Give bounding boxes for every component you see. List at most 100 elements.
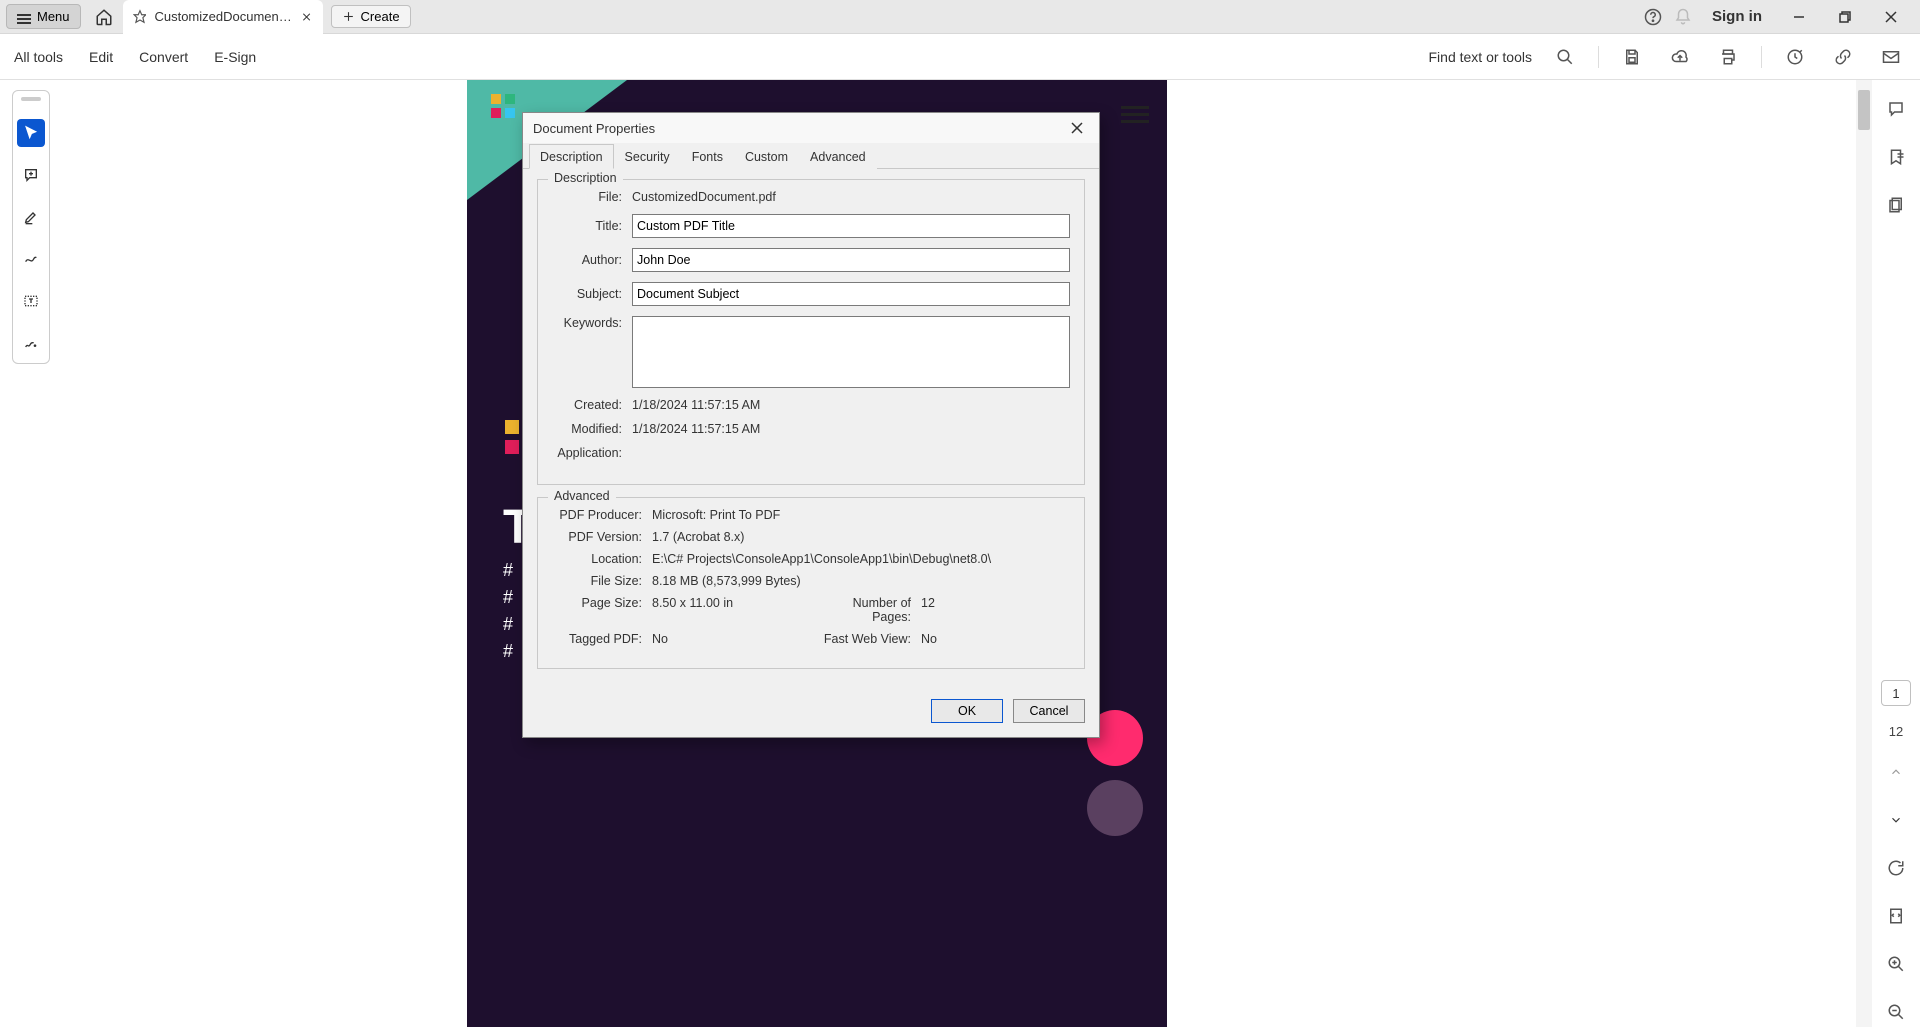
notifications-button[interactable] [1668,2,1698,32]
signin-button[interactable]: Sign in [1712,8,1762,25]
subject-label: Subject: [552,287,632,301]
page-down-button[interactable] [1881,805,1911,835]
link-button[interactable] [1828,42,1858,72]
ok-button[interactable]: OK [931,699,1003,723]
help-button[interactable] [1638,2,1668,32]
dialog-footer: OK Cancel [523,691,1099,737]
tool-edit[interactable]: Edit [89,49,113,65]
share-button[interactable] [1780,42,1810,72]
dialog-close-button[interactable] [1065,116,1089,140]
search-button[interactable] [1550,42,1580,72]
comments-panel-button[interactable] [1881,94,1911,124]
comment-tool[interactable] [17,161,45,189]
cloud-upload-button[interactable] [1665,42,1695,72]
dialog-tabs: Description Security Fonts Custom Advanc… [523,143,1099,169]
description-fieldset: Description File: CustomizedDocument.pdf… [537,179,1085,485]
page-up-button[interactable] [1881,757,1911,787]
sign-tool[interactable] [17,329,45,357]
channel-item: # [503,560,513,581]
tab-advanced[interactable]: Advanced [799,144,877,169]
producer-value: Microsoft: Print To PDF [652,508,1070,522]
create-button[interactable]: Create [331,5,411,28]
subject-input[interactable] [632,282,1070,306]
tagged-label: Tagged PDF: [552,632,652,646]
scrollbar-thumb[interactable] [1858,90,1870,130]
dialog-titlebar[interactable]: Document Properties [523,113,1099,143]
rotate-button[interactable] [1881,853,1911,883]
close-window-button[interactable] [1868,0,1914,34]
channel-item: # [503,614,513,635]
advanced-legend: Advanced [548,489,616,503]
tab-custom[interactable]: Custom [734,144,799,169]
email-button[interactable] [1876,42,1906,72]
highlight-tool[interactable] [17,203,45,231]
title-label: Title: [552,219,632,233]
fit-page-button[interactable] [1881,901,1911,931]
pages-panel-button[interactable] [1881,190,1911,220]
plus-icon [342,10,355,23]
main-area: T # # # # Document Properties Descriptio… [0,80,1920,1027]
tab-security[interactable]: Security [614,144,681,169]
tab-title: CustomizedDocument.p... [154,9,293,24]
tool-esign[interactable]: E-Sign [214,49,256,65]
menu-label: Menu [37,9,70,24]
keywords-input[interactable] [632,316,1070,388]
filesize-label: File Size: [552,574,652,588]
close-tab-icon[interactable] [301,11,312,23]
vertical-scrollbar[interactable] [1856,80,1872,1027]
tab-fonts[interactable]: Fonts [681,144,734,169]
tagged-value: No [652,632,811,646]
author-label: Author: [552,253,632,267]
dialog-title-text: Document Properties [533,121,655,136]
title-input[interactable] [632,214,1070,238]
main-toolbar: All tools Edit Convert E-Sign Find text … [0,34,1920,80]
numpages-label: Number of Pages: [811,596,921,624]
tool-convert[interactable]: Convert [139,49,188,65]
draw-tool[interactable] [17,245,45,273]
application-label: Application: [552,446,632,460]
maximize-button[interactable] [1822,0,1868,34]
print-button[interactable] [1713,42,1743,72]
decorative-circle [1087,780,1143,836]
numpages-value: 12 [921,596,1070,624]
zoom-out-button[interactable] [1881,997,1911,1027]
left-tool-panel [12,90,50,364]
fastweb-label: Fast Web View: [811,632,921,646]
version-value: 1.7 (Acrobat 8.x) [652,530,1070,544]
tab-description[interactable]: Description [529,144,614,169]
document-tab[interactable]: CustomizedDocument.p... [123,0,323,34]
producer-label: PDF Producer: [552,508,652,522]
created-value: 1/18/2024 11:57:15 AM [632,398,1070,412]
minimize-button[interactable] [1776,0,1822,34]
find-label: Find text or tools [1429,49,1533,65]
file-label: File: [552,190,632,204]
current-page-indicator[interactable]: 1 [1881,680,1911,706]
location-value: E:\C# Projects\ConsoleApp1\ConsoleApp1\b… [652,552,1070,566]
separator [1598,46,1599,68]
zoom-in-button[interactable] [1881,949,1911,979]
menu-button[interactable]: Menu [6,4,81,29]
page-menu-icon [1121,102,1149,124]
channel-item: # [503,641,513,662]
tool-all-tools[interactable]: All tools [14,49,63,65]
text-tool[interactable] [17,287,45,315]
right-rail: 1 12 [1872,80,1920,1027]
author-input[interactable] [632,248,1070,272]
save-button[interactable] [1617,42,1647,72]
advanced-fieldset: Advanced PDF Producer: Microsoft: Print … [537,497,1085,669]
document-viewport[interactable]: T # # # # Document Properties Descriptio… [62,80,1856,1027]
version-label: PDF Version: [552,530,652,544]
keywords-label: Keywords: [552,316,632,330]
create-label: Create [361,9,400,24]
separator [1761,46,1762,68]
description-legend: Description [548,171,623,185]
cancel-button[interactable]: Cancel [1013,699,1085,723]
total-pages: 12 [1889,724,1903,739]
document-properties-dialog: Document Properties Description Security… [522,112,1100,738]
left-tools-container [0,80,62,1027]
bookmarks-panel-button[interactable] [1881,142,1911,172]
panel-handle[interactable] [21,97,41,101]
home-button[interactable] [89,2,119,32]
filesize-value: 8.18 MB (8,573,999 Bytes) [652,574,1070,588]
select-tool[interactable] [17,119,45,147]
